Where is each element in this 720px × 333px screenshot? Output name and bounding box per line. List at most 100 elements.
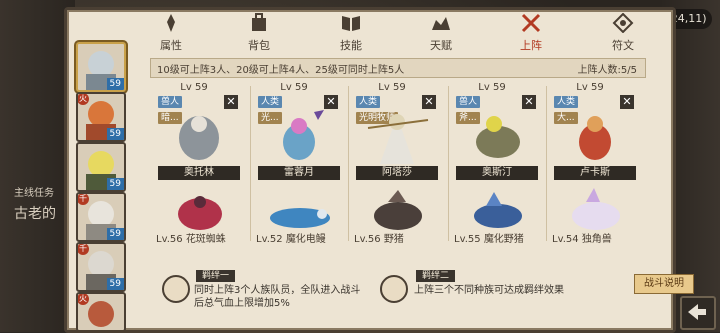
crossed-swords-icon — [521, 13, 541, 33]
task-title: 主线任务 — [14, 188, 54, 199]
tab-label: 技能 — [340, 39, 362, 52]
portrait-level: 59 — [106, 78, 124, 90]
slot-divider — [250, 86, 251, 241]
pet-name: 花斑蜘蛛 — [185, 234, 226, 245]
portrait-card[interactable]: 火 59 — [76, 92, 126, 142]
tab-bar: 属性 背包 技能 天赋 上阵 符文 — [64, 7, 670, 52]
formation-count: 上阵人数:5/5 — [577, 65, 637, 76]
remove-hero-button[interactable]: ✕ — [620, 95, 634, 109]
tab-label: 天赋 — [430, 39, 452, 52]
hero-level: Lv 59 — [180, 82, 208, 93]
portrait-card[interactable]: 千 59 — [76, 192, 126, 242]
race-tag: 人类 — [554, 96, 579, 108]
hero-name-plate: 雷蓉月 — [258, 166, 340, 180]
formation-rule-text: 10级可上阵3人、20级可上阵4人、25级可同时上阵5人 — [157, 65, 405, 76]
hero-name-plate: 卢卡斯 — [554, 166, 636, 180]
hero-level: Lv 59 — [478, 82, 506, 93]
tab-bag[interactable]: 背包 — [234, 11, 284, 52]
return-arrow-icon — [688, 304, 706, 320]
hero-name-plate: 奥托林 — [158, 166, 240, 180]
race-tag: 兽人 — [456, 96, 481, 108]
hero-figure — [476, 116, 520, 158]
hero-slot[interactable]: Lv 59 人类 大... ✕ 卢卡斯 Lv.54 独角兽 — [550, 78, 646, 246]
pet-label: Lv.54 独角兽 — [552, 230, 642, 245]
book-icon — [342, 16, 360, 31]
pet-label: Lv.52 魔化电鳗 — [256, 230, 346, 245]
slot-divider — [348, 86, 349, 241]
bond-one-icon[interactable] — [162, 275, 190, 303]
pet-level: Lv.56 — [156, 234, 183, 245]
hero-level: Lv 59 — [576, 82, 604, 93]
pet-label: Lv.56 花斑蜘蛛 — [156, 230, 246, 245]
pet-level: Lv.52 — [256, 234, 283, 245]
formation-rule-bar: 10级可上阵3人、20级可上阵4人、25级可同时上阵5人 上阵人数:5/5 — [150, 58, 646, 78]
portrait-level: 59 — [106, 128, 124, 140]
tab-label: 符文 — [612, 39, 634, 52]
hero-figure — [283, 110, 324, 160]
pet-name: 野猪 — [383, 234, 404, 245]
portrait-level: 59 — [106, 278, 124, 290]
race-tag: 人类 — [356, 96, 381, 108]
element-badge: 火 — [78, 294, 89, 305]
element-badge: 火 — [78, 94, 89, 105]
hero-portrait-list: 59 火 59 59 千 59 千 59 火 — [70, 40, 126, 332]
remove-hero-button[interactable]: ✕ — [224, 95, 238, 109]
hero-figure — [579, 116, 611, 160]
tab-attribute[interactable]: 属性 — [146, 11, 196, 52]
hero-level: Lv 59 — [378, 82, 406, 93]
race-tag: 人类 — [258, 96, 283, 108]
pet-name: 魔化野猪 — [483, 234, 524, 245]
slot-divider — [546, 86, 547, 241]
portrait-level: 59 — [106, 228, 124, 240]
slot-divider — [448, 86, 449, 241]
remove-hero-button[interactable]: ✕ — [324, 95, 338, 109]
hero-slot[interactable]: Lv 59 人类 光... ✕ 雷蓉月 Lv.52 魔化电鳗 — [254, 78, 350, 246]
remove-hero-button[interactable]: ✕ — [522, 95, 536, 109]
pet-figure — [374, 190, 422, 230]
portrait-card[interactable]: 59 — [76, 42, 126, 92]
quest-title[interactable]: 古老的 — [14, 203, 56, 223]
pet-name: 魔化电鳗 — [285, 234, 326, 245]
tab-label: 上阵 — [520, 39, 542, 52]
remove-hero-button[interactable]: ✕ — [422, 95, 436, 109]
bond-two-icon[interactable] — [380, 275, 408, 303]
tab-skill[interactable]: 技能 — [326, 11, 376, 52]
race-tag: 兽人 — [158, 96, 183, 108]
pet-level: Lv.56 — [354, 234, 381, 245]
bond-two-title: 羁绊二 — [416, 270, 456, 282]
pet-figure — [572, 188, 620, 230]
pet-level: Lv.55 — [454, 234, 481, 245]
element-badge: 千 — [78, 244, 89, 255]
hero-figure — [367, 114, 429, 164]
pet-label: Lv.55 魔化野猪 — [454, 230, 544, 245]
bond-two-desc: 上阵三个不同种族可达成羁绊效果 — [414, 285, 564, 296]
pet-label: Lv.56 野猪 — [354, 230, 444, 245]
hero-figure — [179, 116, 219, 160]
portrait-card[interactable]: 千 59 — [76, 242, 126, 292]
tab-label: 背包 — [248, 39, 270, 52]
tab-formation[interactable]: 上阵 — [506, 11, 556, 52]
pet-level: Lv.54 — [552, 234, 579, 245]
pet-figure — [270, 208, 330, 228]
tab-rune[interactable]: 符文 — [598, 11, 648, 52]
hero-slot[interactable]: Lv 59 兽人 斧... ✕ 奥斯汀 Lv.55 魔化野猪 — [452, 78, 548, 246]
pet-name: 独角兽 — [581, 234, 612, 245]
element-badge: 千 — [78, 194, 89, 205]
hero-level: Lv 59 — [280, 82, 308, 93]
pet-figure — [178, 196, 222, 230]
attribute-icon — [167, 14, 175, 32]
hero-slot[interactable]: Lv 59 兽人 暗... ✕ 奥托林 Lv.56 花斑蜘蛛 — [154, 78, 250, 246]
bond-one-title: 羁绊一 — [196, 270, 236, 282]
rune-icon — [612, 12, 634, 34]
tab-label: 属性 — [160, 39, 182, 52]
hero-slot[interactable]: Lv 59 人类 光明牧师 ✕ 阿塔莎 Lv.56 野猪 — [352, 78, 448, 246]
hero-name-plate: 奥斯汀 — [456, 166, 538, 180]
hero-name-plate: 阿塔莎 — [356, 166, 438, 180]
return-button[interactable] — [680, 296, 716, 330]
battle-info-button[interactable]: 战斗说明 — [634, 274, 694, 294]
bond-one-desc: 同时上阵3个人族队员，全队进入战斗后总气血上限增加5% — [194, 285, 361, 309]
talent-icon — [432, 17, 450, 30]
portrait-card[interactable]: 59 — [76, 142, 126, 192]
portrait-card[interactable]: 火 — [76, 292, 126, 332]
tab-talent[interactable]: 天赋 — [416, 11, 466, 52]
